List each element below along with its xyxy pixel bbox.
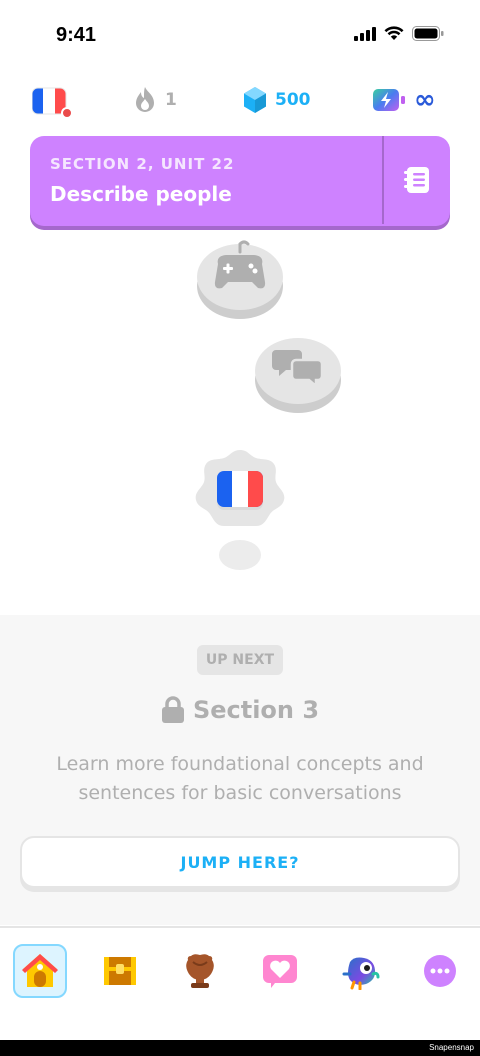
path-node-practice[interactable] xyxy=(196,238,284,326)
unit-section-label: SECTION 2, UNIT 22 xyxy=(50,155,235,173)
home-icon xyxy=(22,954,58,987)
status-time: 9:41 xyxy=(56,24,97,46)
tab-home[interactable] xyxy=(13,944,67,998)
tab-more[interactable] xyxy=(413,944,467,998)
gems-counter[interactable]: 500 xyxy=(243,86,311,114)
lock-icon xyxy=(161,696,184,723)
gem-icon xyxy=(244,87,266,113)
tab-friends[interactable] xyxy=(253,944,307,998)
jump-here-button[interactable]: JUMP HERE? xyxy=(20,836,460,888)
trophy-icon xyxy=(186,954,214,988)
tab-leaderboard[interactable] xyxy=(173,944,227,998)
watermark: Snapensnap xyxy=(429,1043,474,1052)
treasure-chest-icon xyxy=(104,957,136,985)
streak-count: 1 xyxy=(165,90,177,110)
notebook-icon xyxy=(404,167,429,193)
heart-icon xyxy=(263,955,297,988)
path-node-checkpoint[interactable] xyxy=(192,446,288,534)
stats-bar: 1 500 ∞ xyxy=(0,86,480,120)
flame-icon xyxy=(136,87,154,112)
next-section-title: Section 3 xyxy=(0,696,480,724)
tab-quests[interactable] xyxy=(93,944,147,998)
unit-title: Describe people xyxy=(50,182,232,206)
status-icons xyxy=(354,26,444,41)
more-icon xyxy=(424,955,456,987)
path-node-conversation[interactable] xyxy=(254,332,342,420)
owl-icon xyxy=(342,957,380,990)
french-flag-icon xyxy=(32,87,72,119)
gems-count: 500 xyxy=(275,90,311,110)
up-next-badge: UP NEXT xyxy=(197,645,283,675)
bottom-tab-bar xyxy=(0,926,480,1040)
unit-banner[interactable]: SECTION 2, UNIT 22 Describe people xyxy=(30,136,450,226)
energy-counter[interactable]: ∞ xyxy=(372,86,436,114)
battery-icon xyxy=(412,26,444,41)
path-node-shadow xyxy=(219,540,261,570)
course-flag-button[interactable] xyxy=(32,86,72,120)
bottom-strip xyxy=(0,1040,480,1056)
signal-icon xyxy=(354,26,376,41)
next-section-description: Learn more foundational concepts and sen… xyxy=(56,753,424,804)
battery-bolt-icon xyxy=(373,89,405,111)
french-flag-icon xyxy=(217,471,263,510)
energy-value: ∞ xyxy=(414,85,436,115)
guidebook-button[interactable] xyxy=(384,136,450,224)
tab-max[interactable] xyxy=(333,944,387,998)
wifi-icon xyxy=(384,26,404,40)
next-section-title-text: Section 3 xyxy=(192,696,320,724)
streak-counter[interactable]: 1 xyxy=(133,86,177,114)
